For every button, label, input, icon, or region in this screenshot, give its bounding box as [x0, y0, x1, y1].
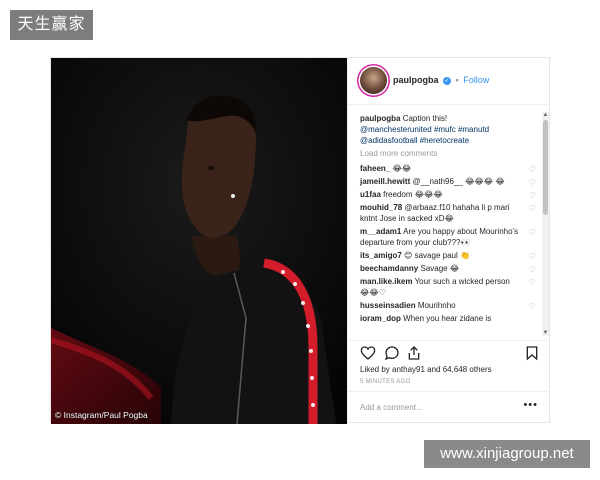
avatar[interactable] [360, 67, 387, 94]
comment-row: man.like.ikem Your such a wicked person … [360, 276, 542, 298]
comment-text: 😂😂 [392, 164, 412, 173]
post-header: paulpogba ✓ • Follow [348, 58, 550, 105]
comment-row: beechamdanny Savage 😂 ♡ [360, 263, 542, 274]
like-comment-heart-icon[interactable]: ♡ [529, 277, 536, 288]
like-comment-heart-icon[interactable]: ♡ [529, 177, 536, 188]
comments-scrollbar[interactable]: ▲ ▼ [542, 112, 549, 336]
post-author-line: paulpogba ✓ • Follow [393, 75, 489, 85]
add-comment-bar: Add a comment... ••• [348, 391, 550, 423]
comment-row: ioram_dop When you hear zidane is [360, 313, 542, 324]
like-comment-heart-icon[interactable]: ♡ [529, 227, 536, 238]
separator-dot: • [455, 75, 459, 85]
comment-username[interactable]: mouhid_78 [360, 203, 402, 212]
comment-row: m__adam1 Are you happy about Mourinho's … [360, 226, 542, 248]
username-link[interactable]: paulpogba [393, 75, 439, 85]
comment-text: freedom 😂😂😂 [383, 190, 443, 199]
comment-username[interactable]: husseinsadien [360, 301, 416, 310]
comment-username[interactable]: faheen_ [360, 164, 390, 173]
player-photo-art [51, 58, 347, 424]
photo-credit: © Instagram/Paul Pogba [55, 410, 148, 420]
post-caption: paulpogba Caption this! @manchesterunite… [360, 113, 542, 146]
comment-icon[interactable] [384, 345, 400, 361]
share-icon[interactable] [406, 345, 422, 361]
comment-username[interactable]: man.like.ikem [360, 277, 412, 286]
like-comment-heart-icon[interactable]: ♡ [529, 301, 536, 312]
verified-icon: ✓ [443, 76, 452, 85]
post-actions [348, 340, 550, 365]
comment-row: mouhid_78 @arbaaz.f10 hahaha li p mari k… [360, 202, 542, 224]
comment-row: jameill.hewitt @__nath96__ 😂😂😂 😂 ♡ [360, 176, 542, 187]
like-comment-heart-icon[interactable]: ♡ [529, 203, 536, 214]
scroll-down-arrow-icon[interactable]: ▼ [542, 330, 549, 336]
watermark-top: 天生赢家 [10, 10, 93, 40]
comment-text: Mourihnho [417, 301, 456, 310]
scrollbar-thumb[interactable] [543, 120, 548, 215]
comment-row: its_amigo7 😊 savage paul 👏 ♡ [360, 250, 542, 261]
comment-row: husseinsadien Mourihnho ♡ [360, 300, 542, 311]
more-options-icon[interactable]: ••• [523, 399, 538, 411]
like-comment-heart-icon[interactable]: ♡ [529, 164, 536, 175]
instagram-post-card: © Instagram/Paul Pogba paulpogba ✓ • Fol… [50, 57, 550, 424]
comment-text: When you hear zidane is [403, 314, 492, 323]
comment-row: u1faa freedom 😂😂😂 ♡ [360, 189, 542, 200]
comment-text: 😊 savage paul 👏 [404, 251, 470, 260]
like-comment-heart-icon[interactable]: ♡ [529, 251, 536, 262]
comment-username[interactable]: ioram_dop [360, 314, 401, 323]
comments-list: paulpogba Caption this! @manchesterunite… [348, 105, 542, 339]
comment-username[interactable]: beechamdanny [360, 264, 418, 273]
bookmark-icon[interactable] [524, 345, 540, 361]
post-timestamp: 5 MINUTES AGO [360, 379, 411, 385]
comment-username[interactable]: m__adam1 [360, 227, 401, 236]
comment-row: faheen_ 😂😂 ♡ [360, 163, 542, 174]
follow-button[interactable]: Follow [463, 75, 489, 85]
watermark-bottom: www.xinjiagroup.net [424, 440, 590, 468]
heart-icon[interactable] [360, 345, 376, 361]
caption-tags[interactable]: @manchesterunited #mufc #manutd @adidasf… [360, 125, 489, 145]
likes-count[interactable]: Liked by anthay91 and 64,648 others [360, 365, 492, 374]
caption-username[interactable]: paulpogba [360, 114, 400, 123]
scroll-up-arrow-icon[interactable]: ▲ [542, 112, 549, 118]
like-comment-heart-icon[interactable]: ♡ [529, 190, 536, 201]
comment-username[interactable]: u1faa [360, 190, 381, 199]
like-comment-heart-icon[interactable]: ♡ [529, 264, 536, 275]
post-photo: © Instagram/Paul Pogba [51, 58, 347, 424]
comment-username[interactable]: its_amigo7 [360, 251, 402, 260]
comment-text: @__nath96__ 😂😂😂 😂 [412, 177, 505, 186]
add-comment-input[interactable]: Add a comment... [360, 403, 423, 412]
post-sidebar: paulpogba ✓ • Follow paulpogba Caption t… [347, 58, 550, 423]
load-more-comments[interactable]: Load more comments [360, 149, 542, 158]
caption-text: Caption this! [402, 114, 448, 123]
comment-username[interactable]: jameill.hewitt [360, 177, 410, 186]
comment-text: Savage 😂 [420, 264, 460, 273]
